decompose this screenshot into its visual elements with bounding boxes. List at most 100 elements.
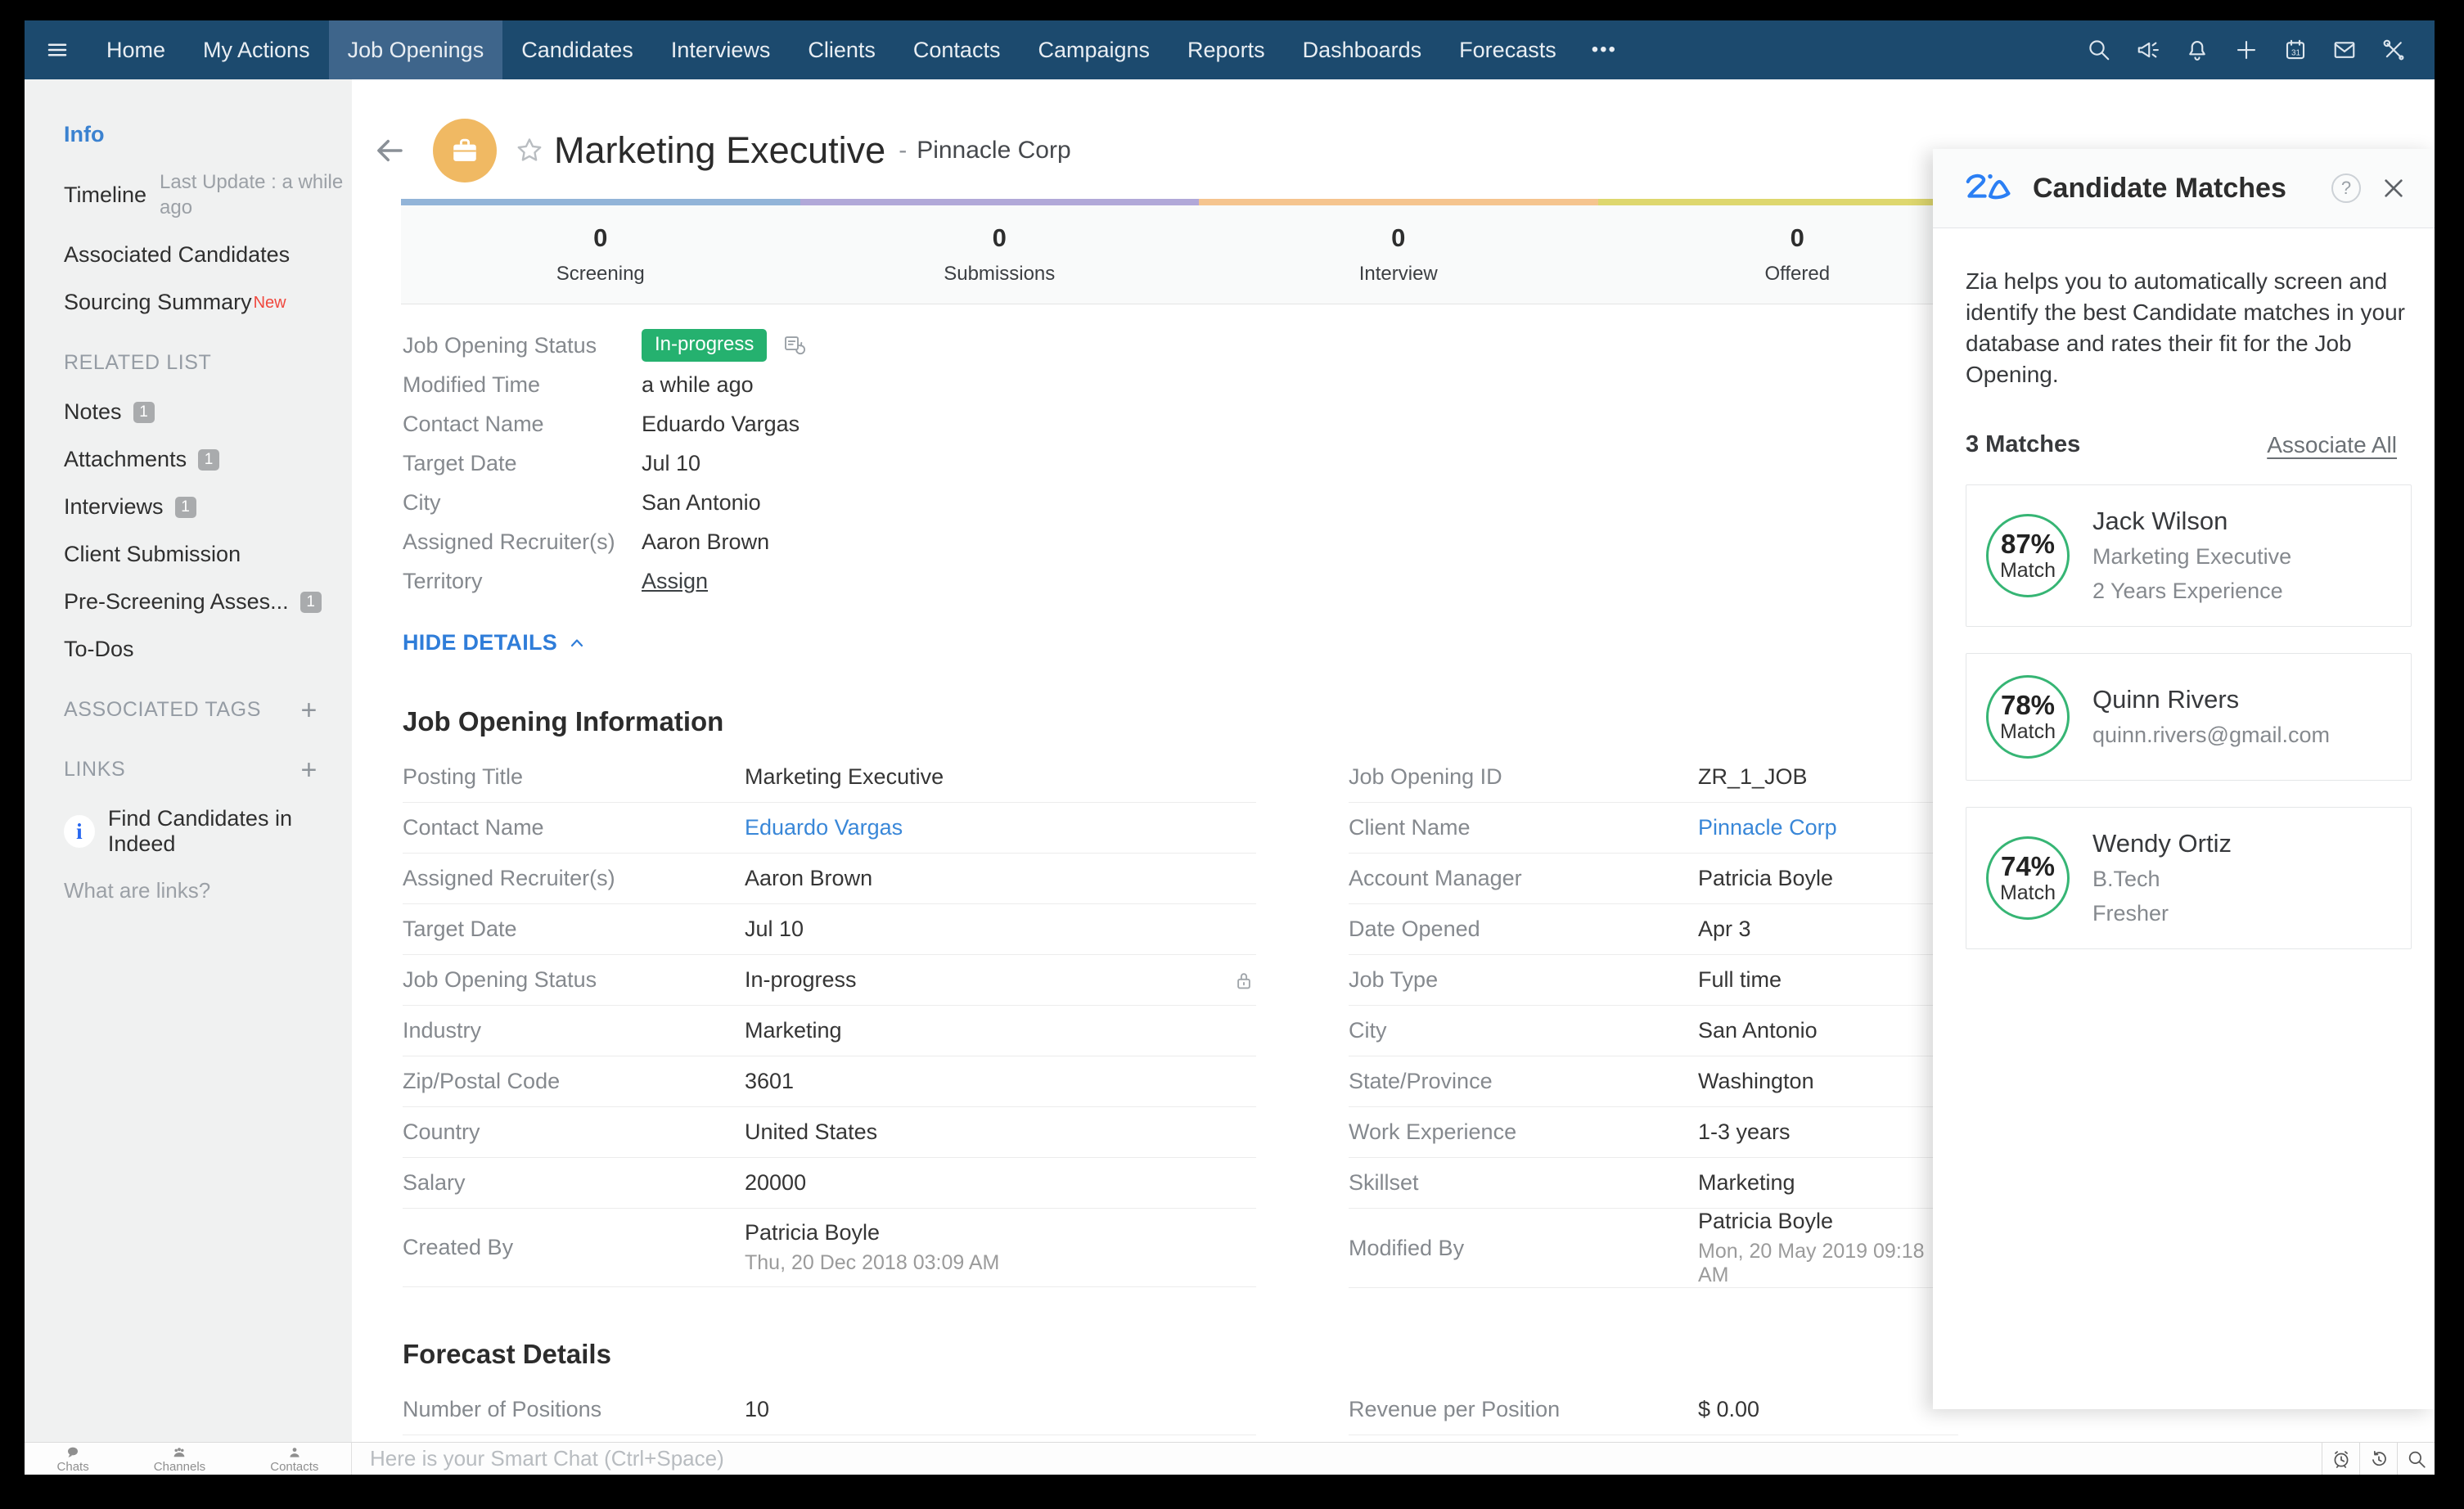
field-row: Expected Revenue$ 0.00 — [403, 1435, 1256, 1442]
stage-screening[interactable]: 0 Screening — [401, 205, 800, 304]
field-label: Number of Positions — [403, 1397, 602, 1421]
client-name-link[interactable]: Pinnacle Corp — [1698, 815, 1958, 840]
nav-items: Home My Actions Job Openings Candidates … — [88, 20, 1633, 79]
zia-description: Zia helps you to automatically screen an… — [1966, 268, 2405, 387]
megaphone-icon[interactable] — [2135, 37, 2161, 63]
what-are-links[interactable]: What are links? — [64, 878, 352, 903]
history-button[interactable] — [2359, 1443, 2397, 1475]
sidebar-item-indeed[interactable]: i Find Candidates in Indeed — [64, 806, 352, 857]
field-value: Full time — [1698, 967, 1782, 992]
field-row: Contact Name Eduardo Vargas — [403, 803, 1256, 854]
field-row: Industry Marketing — [403, 1006, 1256, 1056]
tools-icon[interactable] — [2381, 37, 2407, 63]
match-card[interactable]: 78% Match Quinn Rivers quinn.rivers@gmai… — [1966, 653, 2412, 781]
back-arrow-icon[interactable] — [372, 133, 407, 168]
sidebar-item-notes[interactable]: Notes 1 — [64, 399, 352, 425]
sidebar-item-todos[interactable]: To-Dos — [64, 637, 352, 662]
contact-name-link[interactable]: Eduardo Vargas — [745, 815, 1256, 840]
associate-all-link[interactable]: Associate All — [2267, 432, 2397, 458]
field-row: Job Opening Status In-progress — [403, 955, 1256, 1006]
sidebar-item-attachments[interactable]: Attachments 1 — [64, 447, 352, 472]
nav-item-contacts[interactable]: Contacts — [894, 20, 1020, 79]
sidebar-item-sourcing-summary[interactable]: Sourcing Summary New — [64, 290, 352, 315]
help-icon[interactable]: ? — [2331, 173, 2361, 203]
zoom-search-button[interactable] — [2397, 1443, 2435, 1475]
match-card[interactable]: 74% Match Wendy Ortiz B.Tech Fresher — [1966, 807, 2412, 949]
field-value: United States — [745, 1119, 878, 1144]
sidebar-item-associated-candidates[interactable]: Associated Candidates — [64, 242, 352, 268]
panel-header: Candidate Matches ? — [1933, 149, 2435, 228]
match-card[interactable]: 87% Match Jack Wilson Marketing Executiv… — [1966, 484, 2412, 627]
field-value: Aaron Brown — [745, 866, 873, 890]
nav-item-clients[interactable]: Clients — [789, 20, 894, 79]
sidebar-item-info[interactable]: Info — [64, 122, 352, 147]
field-label: Client Name — [1349, 815, 1471, 840]
candidate-name[interactable]: Quinn Rivers — [2092, 685, 2330, 714]
nav-item-job-openings[interactable]: Job Openings — [328, 20, 503, 79]
field-label: Skillset — [1349, 1170, 1419, 1195]
nav-item-home[interactable]: Home — [88, 20, 184, 79]
nav-item-reports[interactable]: Reports — [1169, 20, 1284, 79]
plus-icon[interactable] — [2233, 37, 2259, 63]
match-percent: 78% — [2000, 690, 2056, 720]
field-label: Modified Time — [403, 372, 541, 397]
field-label: State/Province — [1349, 1069, 1493, 1093]
match-score-ring: 78% Match — [1986, 675, 2070, 759]
field-sub-value: Thu, 20 Dec 2018 03:09 AM — [745, 1251, 1000, 1274]
add-link-icon[interactable]: + — [301, 754, 318, 786]
mail-icon[interactable] — [2331, 37, 2358, 63]
field-value: $ 0.00 — [1698, 1397, 1760, 1421]
field-label: Assigned Recruiter(s) — [403, 866, 615, 890]
hamburger-menu-icon[interactable] — [45, 20, 70, 79]
contacts-button[interactable]: Contacts — [270, 1445, 318, 1473]
search-icon[interactable] — [2086, 37, 2112, 63]
field-row: State/Province Washington — [1349, 1056, 1958, 1107]
nav-item-forecasts[interactable]: Forecasts — [1440, 20, 1575, 79]
associated-tags-label: ASSOCIATED TAGS — [64, 698, 261, 721]
field-value: Jul 10 — [745, 917, 804, 941]
field-row: Assigned Recruiter(s) Aaron Brown — [403, 854, 1256, 904]
stage-label: Interview — [1358, 263, 1438, 285]
status-history-icon[interactable] — [782, 333, 806, 358]
top-navbar: Home My Actions Job Openings Candidates … — [25, 20, 2435, 79]
field-row: Job Opening ID ZR_1_JOB — [1349, 752, 1958, 803]
candidate-name[interactable]: Wendy Ortiz — [2092, 829, 2232, 858]
people-group-icon — [174, 1447, 185, 1457]
star-icon[interactable] — [515, 136, 544, 165]
nav-more-button[interactable]: ••• — [1575, 20, 1633, 79]
match-label: Match — [1999, 881, 2056, 904]
field-label: Job Type — [1349, 967, 1439, 992]
person-icon — [290, 1447, 300, 1457]
contacts-label: Contacts — [270, 1459, 319, 1474]
sidebar-item-interviews[interactable]: Interviews 1 — [64, 494, 352, 520]
nav-item-my-actions[interactable]: My Actions — [184, 20, 329, 79]
nav-item-interviews[interactable]: Interviews — [652, 20, 790, 79]
match-score-ring: 74% Match — [1986, 836, 2070, 920]
count-badge: 1 — [133, 401, 155, 423]
smart-chat-input[interactable] — [370, 1446, 2322, 1471]
channels-button[interactable]: Channels — [154, 1445, 205, 1473]
reminders-button[interactable] — [2322, 1443, 2359, 1475]
stage-interview[interactable]: 0 Interview — [1199, 205, 1598, 304]
field-label: Contact Name — [403, 815, 544, 840]
sidebar-item-timeline[interactable]: Timeline Last Update : a while ago — [64, 169, 352, 220]
nav-item-candidates[interactable]: Candidates — [502, 20, 652, 79]
close-icon[interactable] — [2381, 175, 2407, 201]
sidebar-item-pre-screening[interactable]: Pre-Screening Asses... 1 — [64, 589, 352, 615]
timeline-label: Timeline — [64, 182, 147, 207]
smart-chat-area — [352, 1443, 2322, 1475]
bell-icon[interactable] — [2184, 37, 2210, 63]
assign-territory-link[interactable]: Assign — [642, 569, 708, 594]
chats-button[interactable]: Chats — [57, 1445, 89, 1473]
pipeline-color-strip — [401, 199, 1997, 205]
links-label: LINKS — [64, 758, 126, 781]
add-tag-icon[interactable]: + — [301, 695, 318, 727]
field-row: Modified By Patricia Boyle Mon, 20 May 20… — [1349, 1209, 1958, 1288]
sidebar-item-client-submission[interactable]: Client Submission — [64, 542, 352, 567]
nav-item-dashboards[interactable]: Dashboards — [1284, 20, 1441, 79]
candidate-name[interactable]: Jack Wilson — [2092, 507, 2291, 536]
stage-submissions[interactable]: 0 Submissions — [800, 205, 1200, 304]
candidate-detail: 2 Years Experience — [2092, 579, 2283, 603]
calendar-icon[interactable]: 31 — [2282, 37, 2309, 63]
nav-item-campaigns[interactable]: Campaigns — [1019, 20, 1169, 79]
